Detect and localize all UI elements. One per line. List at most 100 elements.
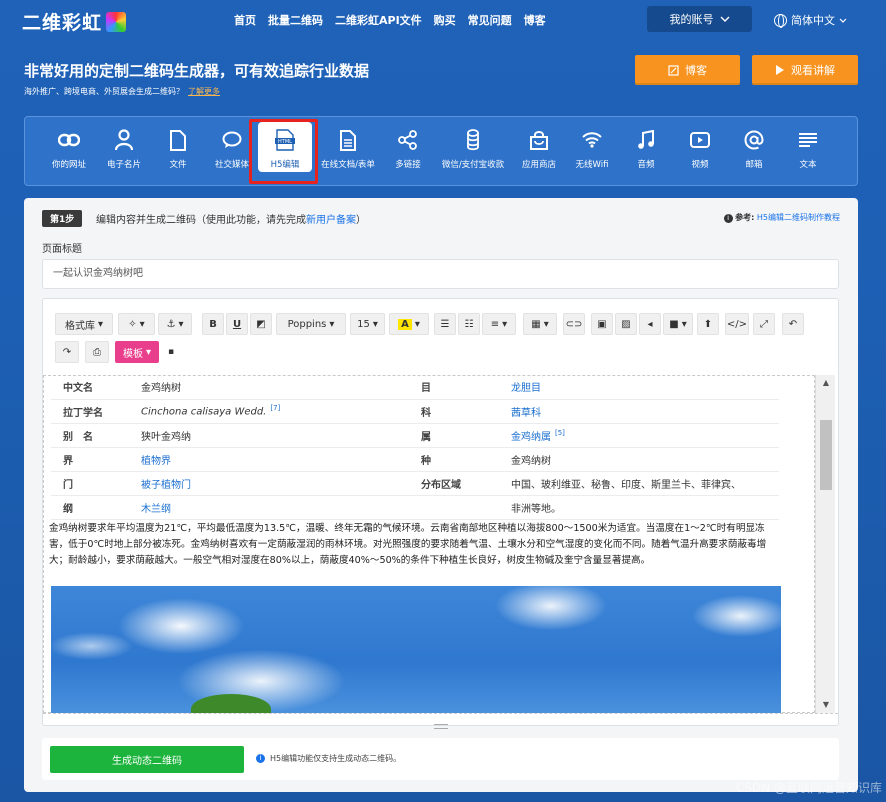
editor-scrollbar[interactable]: ▲ ▼ xyxy=(815,375,835,713)
tutorial-link[interactable]: H5编辑二维码制作教程 xyxy=(757,213,840,222)
image-icon: ▨ xyxy=(621,318,631,330)
template-dropdown[interactable]: 模板 ▾ xyxy=(115,341,159,363)
account-label: 我的账号 xyxy=(669,13,714,26)
table-cell[interactable]: 植物界 xyxy=(141,447,421,472)
video-icon: ■ xyxy=(669,318,679,330)
qr-type-docs[interactable]: 在线文档/表单 xyxy=(318,127,378,170)
scroll-thumb[interactable] xyxy=(820,420,832,490)
undo-button[interactable]: ↶ xyxy=(782,313,804,335)
table-cell: 门 xyxy=(51,471,141,496)
fullscreen-button[interactable]: ⤢ xyxy=(753,313,775,335)
nav-buy[interactable]: 购买 xyxy=(434,12,456,28)
citation[interactable]: [7] xyxy=(270,404,280,412)
numbered-list-icon: ☷ xyxy=(464,318,474,330)
wifi-icon xyxy=(582,132,602,148)
table-cell: 纲 xyxy=(51,495,141,520)
nav-batch[interactable]: 批量二维码 xyxy=(268,12,323,28)
anchor-dropdown[interactable]: ⚓ ▾ xyxy=(158,313,192,335)
nav-api[interactable]: 二维彩虹API文件 xyxy=(335,12,422,28)
bullet-list-icon: ☰ xyxy=(440,318,450,330)
qr-type-text[interactable]: 文本 xyxy=(781,127,835,170)
qr-type-payment[interactable]: 微信/支付宝收款 xyxy=(437,127,509,170)
table-cell[interactable]: 被子植物门 xyxy=(141,471,421,496)
page-title-label: 页面标题 xyxy=(42,244,82,255)
cell-text: 植物界 xyxy=(141,455,171,467)
table-cell[interactable]: 金鸡纳属 [5] xyxy=(511,423,779,448)
learn-more-link[interactable]: 了解更多 xyxy=(188,87,220,96)
resize-handle[interactable] xyxy=(43,713,838,729)
save-button[interactable]: ▪ xyxy=(161,341,181,363)
qr-type-bar: 你的网址 电子名片 文件 社交媒体 HTML H5编辑 在线文档/表单 多链接 … xyxy=(24,116,858,186)
table-cell[interactable]: 茜草科 xyxy=(511,399,779,424)
scroll-down-icon[interactable]: ▼ xyxy=(816,697,836,713)
qr-type-appstore[interactable]: 应用商店 xyxy=(512,127,566,170)
nav-blog[interactable]: 博客 xyxy=(524,12,546,28)
fullscreen-icon: ⤢ xyxy=(760,318,768,330)
align-dropdown[interactable]: ≡ ▾ xyxy=(482,313,516,335)
print-button[interactable]: ⎙ xyxy=(85,341,109,363)
font-size-dropdown[interactable]: 15 ▾ xyxy=(350,313,385,335)
qr-type-audio[interactable]: 音频 xyxy=(619,127,673,170)
cell-text: 纲 xyxy=(63,503,73,515)
image-button[interactable]: ▨ xyxy=(615,313,637,335)
editor-content[interactable]: 中文名 金鸡纳树目龙胆目 拉丁学名 Cinchona calisaya Wedd. [7… xyxy=(43,375,815,713)
table-cell: 属 xyxy=(421,423,511,448)
qr-type-url[interactable]: 你的网址 xyxy=(42,127,96,170)
bullet-list-button[interactable]: ☰ xyxy=(434,313,456,335)
watch-video-label: 观看讲解 xyxy=(791,64,835,77)
table-row: 别 名 狭叶金鸡纳 属 金鸡纳属 [5] xyxy=(51,423,779,448)
logo[interactable]: 二维彩虹 xyxy=(22,8,127,35)
register-link[interactable]: 新用户备案 xyxy=(306,215,356,226)
qr-type-vcard[interactable]: 电子名片 xyxy=(97,127,151,170)
account-button[interactable]: 我的账号 xyxy=(647,6,752,32)
citation[interactable]: [5] xyxy=(555,429,565,437)
watch-video-button[interactable]: 观看讲解 xyxy=(752,55,858,85)
underline-button[interactable]: U xyxy=(226,313,248,335)
hero-subtitle-text: 海外推广、跨境电商、外贸展会生成二维码？ xyxy=(24,87,184,96)
code-view-button[interactable]: </> xyxy=(725,313,749,335)
file-icon xyxy=(170,129,186,151)
numbered-list-button[interactable]: ☷ xyxy=(458,313,480,335)
redo-button[interactable]: ↷ xyxy=(55,341,79,363)
qr-type-label: 微信/支付宝收款 xyxy=(441,160,505,170)
qr-type-label: 你的网址 xyxy=(51,160,86,170)
at-icon xyxy=(744,130,764,150)
gallery-button[interactable]: ▣ xyxy=(591,313,613,335)
qr-type-email[interactable]: 邮箱 xyxy=(727,127,781,170)
edit-icon xyxy=(668,64,679,76)
page-title-input[interactable]: 一起认识金鸡纳树吧 xyxy=(42,259,839,289)
video-dropdown[interactable]: ■ ▾ xyxy=(663,313,693,335)
format-dropdown[interactable]: 格式库 ▾ xyxy=(55,313,113,335)
chat-icon xyxy=(222,131,242,148)
magic-wand-dropdown[interactable]: ✧ ▾ xyxy=(118,313,155,335)
qr-type-video[interactable]: 视频 xyxy=(673,127,727,170)
nav-home[interactable]: 首页 xyxy=(234,12,256,28)
cell-text: 拉丁学名 xyxy=(63,407,103,419)
table-dropdown[interactable]: ▦ ▾ xyxy=(523,313,557,335)
qr-type-label: 视频 xyxy=(691,160,709,170)
font-family-dropdown[interactable]: Poppins ▾ xyxy=(276,313,346,335)
scroll-up-icon[interactable]: ▲ xyxy=(816,375,836,391)
link-button[interactable]: ⊂⊃ xyxy=(563,313,585,335)
nav-faq[interactable]: 常见问题 xyxy=(468,12,512,28)
generate-dynamic-qr-button[interactable]: 生成动态二维码 xyxy=(50,746,244,773)
qr-type-multilink[interactable]: 多链接 xyxy=(381,127,435,170)
blog-button[interactable]: 博客 xyxy=(635,55,740,85)
cell-text: 分布区域 xyxy=(421,479,461,491)
qr-type-wifi[interactable]: 无线Wifi xyxy=(565,127,619,170)
qr-type-file[interactable]: 文件 xyxy=(151,127,205,170)
cell-text: 金鸡纳树 xyxy=(511,455,551,467)
language-selector[interactable]: 简体中文 xyxy=(774,12,847,28)
audio-button[interactable]: ◂ xyxy=(639,313,661,335)
table-cell[interactable]: 木兰纲 xyxy=(141,495,421,520)
eraser-button[interactable]: ◩ xyxy=(250,313,272,335)
table-cell[interactable]: 龙胆目 xyxy=(511,375,779,400)
size-label: 15 xyxy=(357,318,370,330)
table-cell: 金鸡纳树 xyxy=(141,375,421,400)
eraser-icon: ◩ xyxy=(256,318,266,330)
share-icon xyxy=(398,130,417,150)
bold-button[interactable]: B xyxy=(202,313,224,335)
text-color-dropdown[interactable]: A ▾ xyxy=(389,313,429,335)
caret-down-icon: ▾ xyxy=(145,346,152,358)
upload-button[interactable]: ⬆ xyxy=(697,313,719,335)
